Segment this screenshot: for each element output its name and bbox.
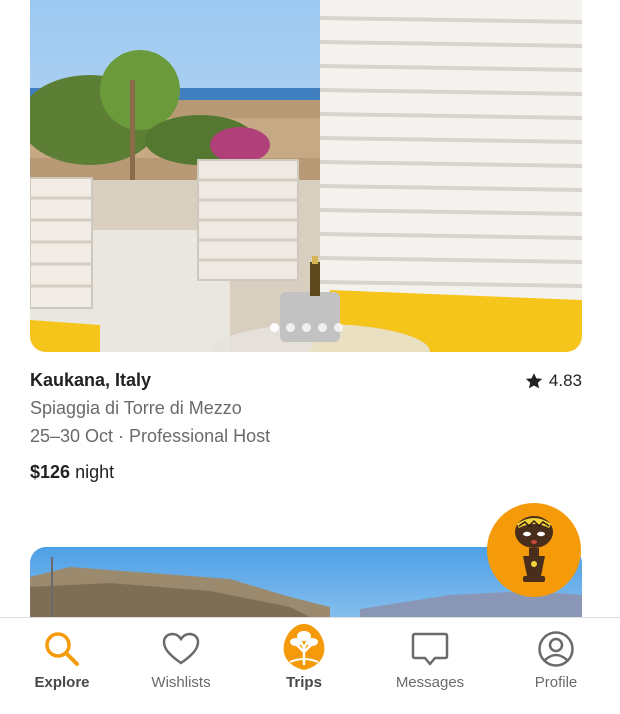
listing-dates-host: 25–30 Oct · Professional Host	[30, 426, 271, 446]
photo-pagination-dots	[30, 323, 582, 332]
tab-messages[interactable]: Messages	[380, 618, 480, 714]
mascot-figure-icon	[515, 516, 553, 582]
tab-label: Explore	[34, 674, 90, 691]
bottom-tab-bar: Explore Wishlists Trips Messages Profile	[0, 617, 620, 714]
tab-label: Trips	[286, 674, 322, 691]
profile-icon	[537, 630, 575, 668]
listing-photo[interactable]	[30, 0, 582, 352]
tab-wishlists[interactable]: Wishlists	[131, 618, 231, 714]
tab-label: Messages	[395, 674, 465, 691]
mascot-fab-button[interactable]	[487, 503, 581, 597]
tab-label: Profile	[534, 674, 578, 691]
tab-label: Wishlists	[151, 674, 211, 691]
listing-price-row: $126 night	[30, 462, 114, 483]
tab-trips[interactable]: Trips	[254, 618, 354, 714]
tab-explore[interactable]: Explore	[12, 618, 112, 714]
pagination-dot[interactable]	[285, 323, 295, 332]
listing-price: $126	[30, 462, 71, 482]
message-icon	[411, 630, 449, 668]
search-icon	[43, 630, 81, 668]
pagination-dot[interactable]	[301, 323, 311, 332]
heart-icon	[162, 630, 200, 668]
listing-location: Kaukana, Italy	[30, 370, 152, 390]
listing-title-row: Kaukana, Italy 4.83	[30, 370, 582, 391]
tab-profile[interactable]: Profile	[506, 618, 606, 714]
listing-rating: 4.83	[524, 371, 582, 391]
price-unit: night	[75, 462, 115, 482]
pagination-dot[interactable]	[333, 323, 343, 332]
rating-value: 4.83	[548, 370, 582, 390]
pagination-dot[interactable]	[317, 323, 327, 332]
star-icon	[525, 372, 543, 388]
terrace-photo-illustration	[30, 0, 582, 352]
tree-logo-icon	[278, 622, 330, 672]
pagination-dot[interactable]	[269, 323, 279, 332]
listing-subtitle: Spiaggia di Torre di Mezzo	[30, 398, 242, 418]
